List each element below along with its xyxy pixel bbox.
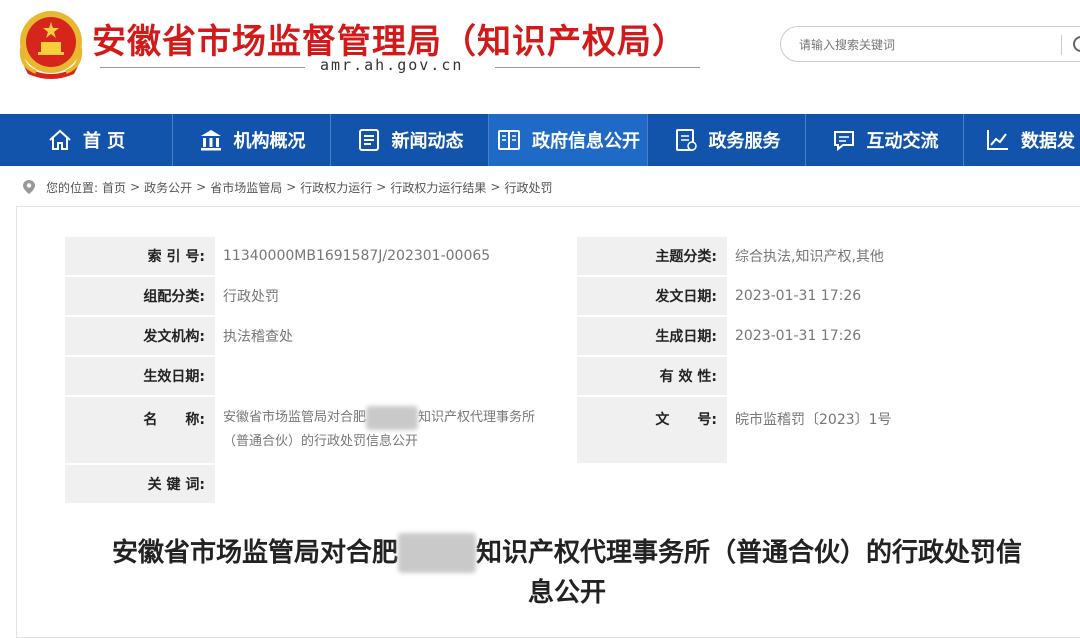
breadcrumb-link-penalty[interactable]: 行政处罚 bbox=[504, 179, 552, 196]
name-label: 名 称: bbox=[65, 397, 215, 463]
breadcrumb-separator: > bbox=[490, 180, 501, 194]
table-row: 索 引 号: 11340000MB1691587J/202301-00065 主… bbox=[65, 237, 1080, 275]
main-nav: 首 页 机构概况 新闻动态 政府信息公开 政务服务 互动交流 数据发 bbox=[0, 114, 1080, 166]
issue-date-label: 发文日期: bbox=[577, 277, 727, 315]
document-icon bbox=[675, 129, 697, 151]
breadcrumb-separator: > bbox=[286, 180, 297, 194]
category-value: 行政处罚 bbox=[215, 277, 575, 315]
table-row: 组配分类: 行政处罚 发文日期: 2023-01-31 17:26 bbox=[65, 277, 1080, 315]
effective-date-label: 生效日期: bbox=[65, 357, 215, 395]
validity-label: 有 效 性: bbox=[577, 357, 727, 395]
nav-item-about[interactable]: 机构概况 bbox=[173, 114, 330, 166]
content-panel: 索 引 号: 11340000MB1691587J/202301-00065 主… bbox=[16, 206, 1080, 638]
chart-icon bbox=[987, 130, 1008, 150]
nav-item-home[interactable]: 首 页 bbox=[0, 114, 172, 166]
keywords-value bbox=[215, 465, 1080, 503]
nav-item-label: 新闻动态 bbox=[391, 131, 464, 152]
book-icon bbox=[498, 130, 520, 150]
name-value-part-a: 安徽省市场监管局对合肥 bbox=[223, 410, 367, 425]
breadcrumb-link-gov[interactable]: 政务公开 bbox=[144, 179, 192, 196]
article-title-part-c: 息公开 bbox=[527, 578, 606, 608]
redacted-block: 某某某 bbox=[397, 533, 476, 573]
chat-icon bbox=[833, 131, 854, 152]
site-domain: amr.ah.gov.cn bbox=[320, 56, 464, 74]
nav-item-label: 数据发 bbox=[1021, 131, 1075, 152]
topic-label: 主题分类: bbox=[577, 237, 727, 275]
article-title-part-b: 知识产权代理事务所（普通合伙）的行政处罚信 bbox=[476, 538, 1023, 568]
keywords-label: 关 键 词: bbox=[65, 465, 215, 503]
domain-row: amr.ah.gov.cn bbox=[100, 56, 700, 78]
breadcrumb: 您的位置: 首页 > 政务公开 > 省市场监管局 > 行政权力运行 > 行政权力… bbox=[22, 177, 552, 197]
nav-item-label: 政务服务 bbox=[708, 131, 781, 152]
validity-value bbox=[727, 357, 1080, 395]
search-box bbox=[780, 26, 1080, 62]
nav-item-label: 互动交流 bbox=[866, 131, 939, 152]
breadcrumb-separator: > bbox=[130, 180, 141, 194]
effective-date-value bbox=[215, 357, 575, 395]
home-icon bbox=[49, 129, 71, 150]
nav-item-data[interactable]: 数据发 bbox=[985, 114, 1080, 166]
domain-line-right bbox=[495, 67, 700, 68]
docno-value: 皖市监稽罚〔2023〕1号 bbox=[727, 397, 1080, 463]
search-divider bbox=[1061, 35, 1062, 55]
news-icon bbox=[358, 129, 379, 151]
nav-item-label: 机构概况 bbox=[233, 131, 306, 152]
national-emblem-icon[interactable] bbox=[16, 8, 86, 80]
metadata-table: 索 引 号: 11340000MB1691587J/202301-00065 主… bbox=[65, 235, 1080, 505]
redacted-block: 某某某某 bbox=[366, 406, 419, 430]
nav-divider bbox=[963, 114, 964, 166]
building-icon bbox=[200, 130, 221, 151]
nav-item-interaction[interactable]: 互动交流 bbox=[806, 114, 963, 166]
site-header: 安徽省市场监督管理局（知识产权局） amr.ah.gov.cn bbox=[0, 0, 1080, 114]
name-value: 安徽省市场监管局对合肥某某某某知识产权代理事务所 （普通合伙）的行政处罚信息公开 bbox=[215, 397, 575, 463]
gen-date-label: 生成日期: bbox=[577, 317, 727, 355]
breadcrumb-separator: > bbox=[376, 180, 387, 194]
nav-item-news[interactable]: 新闻动态 bbox=[331, 114, 488, 166]
table-row: 名 称: 安徽省市场监管局对合肥某某某某知识产权代理事务所 （普通合伙）的行政处… bbox=[65, 397, 1080, 463]
table-row: 发文机构: 执法稽查处 生成日期: 2023-01-31 17:26 bbox=[65, 317, 1080, 355]
domain-line-left bbox=[100, 67, 305, 68]
topic-value: 综合执法,知识产权,其他 bbox=[727, 237, 1080, 275]
article-title-part-a: 安徽省市场监管局对合肥 bbox=[111, 538, 398, 568]
search-input[interactable] bbox=[797, 33, 1061, 57]
breadcrumb-link-results[interactable]: 行政权力运行结果 bbox=[390, 179, 486, 196]
breadcrumb-link-power[interactable]: 行政权力运行 bbox=[300, 179, 372, 196]
issue-date-value: 2023-01-31 17:26 bbox=[727, 277, 1080, 315]
nav-item-services[interactable]: 政务服务 bbox=[648, 114, 805, 166]
search-icon[interactable] bbox=[1071, 34, 1080, 56]
org-value: 执法稽查处 bbox=[215, 317, 575, 355]
category-label: 组配分类: bbox=[65, 277, 215, 315]
nav-item-label: 首 页 bbox=[82, 131, 126, 152]
location-pin-icon bbox=[23, 180, 35, 194]
breadcrumb-prefix: 您的位置: bbox=[46, 180, 99, 195]
index-value: 11340000MB1691587J/202301-00065 bbox=[215, 237, 575, 275]
gen-date-value: 2023-01-31 17:26 bbox=[727, 317, 1080, 355]
article-title: 安徽省市场监管局对合肥某某某知识产权代理事务所（普通合伙）的行政处罚信 息公开 bbox=[57, 533, 1077, 613]
breadcrumb-separator: > bbox=[196, 180, 207, 194]
org-label: 发文机构: bbox=[65, 317, 215, 355]
breadcrumb-link-bureau[interactable]: 省市场监管局 bbox=[210, 179, 282, 196]
name-value-part-c: （普通合伙）的行政处罚信息公开 bbox=[223, 434, 419, 449]
nav-item-gov-info[interactable]: 政府信息公开 bbox=[489, 114, 647, 166]
nav-item-label: 政府信息公开 bbox=[532, 131, 640, 152]
index-label: 索 引 号: bbox=[65, 237, 215, 275]
table-row: 关 键 词: bbox=[65, 465, 1080, 503]
breadcrumb-link-home[interactable]: 首页 bbox=[102, 179, 126, 196]
table-row: 生效日期: 有 效 性: bbox=[65, 357, 1080, 395]
name-value-part-b: 知识产权代理事务所 bbox=[418, 410, 536, 425]
docno-label: 文 号: bbox=[577, 397, 727, 463]
